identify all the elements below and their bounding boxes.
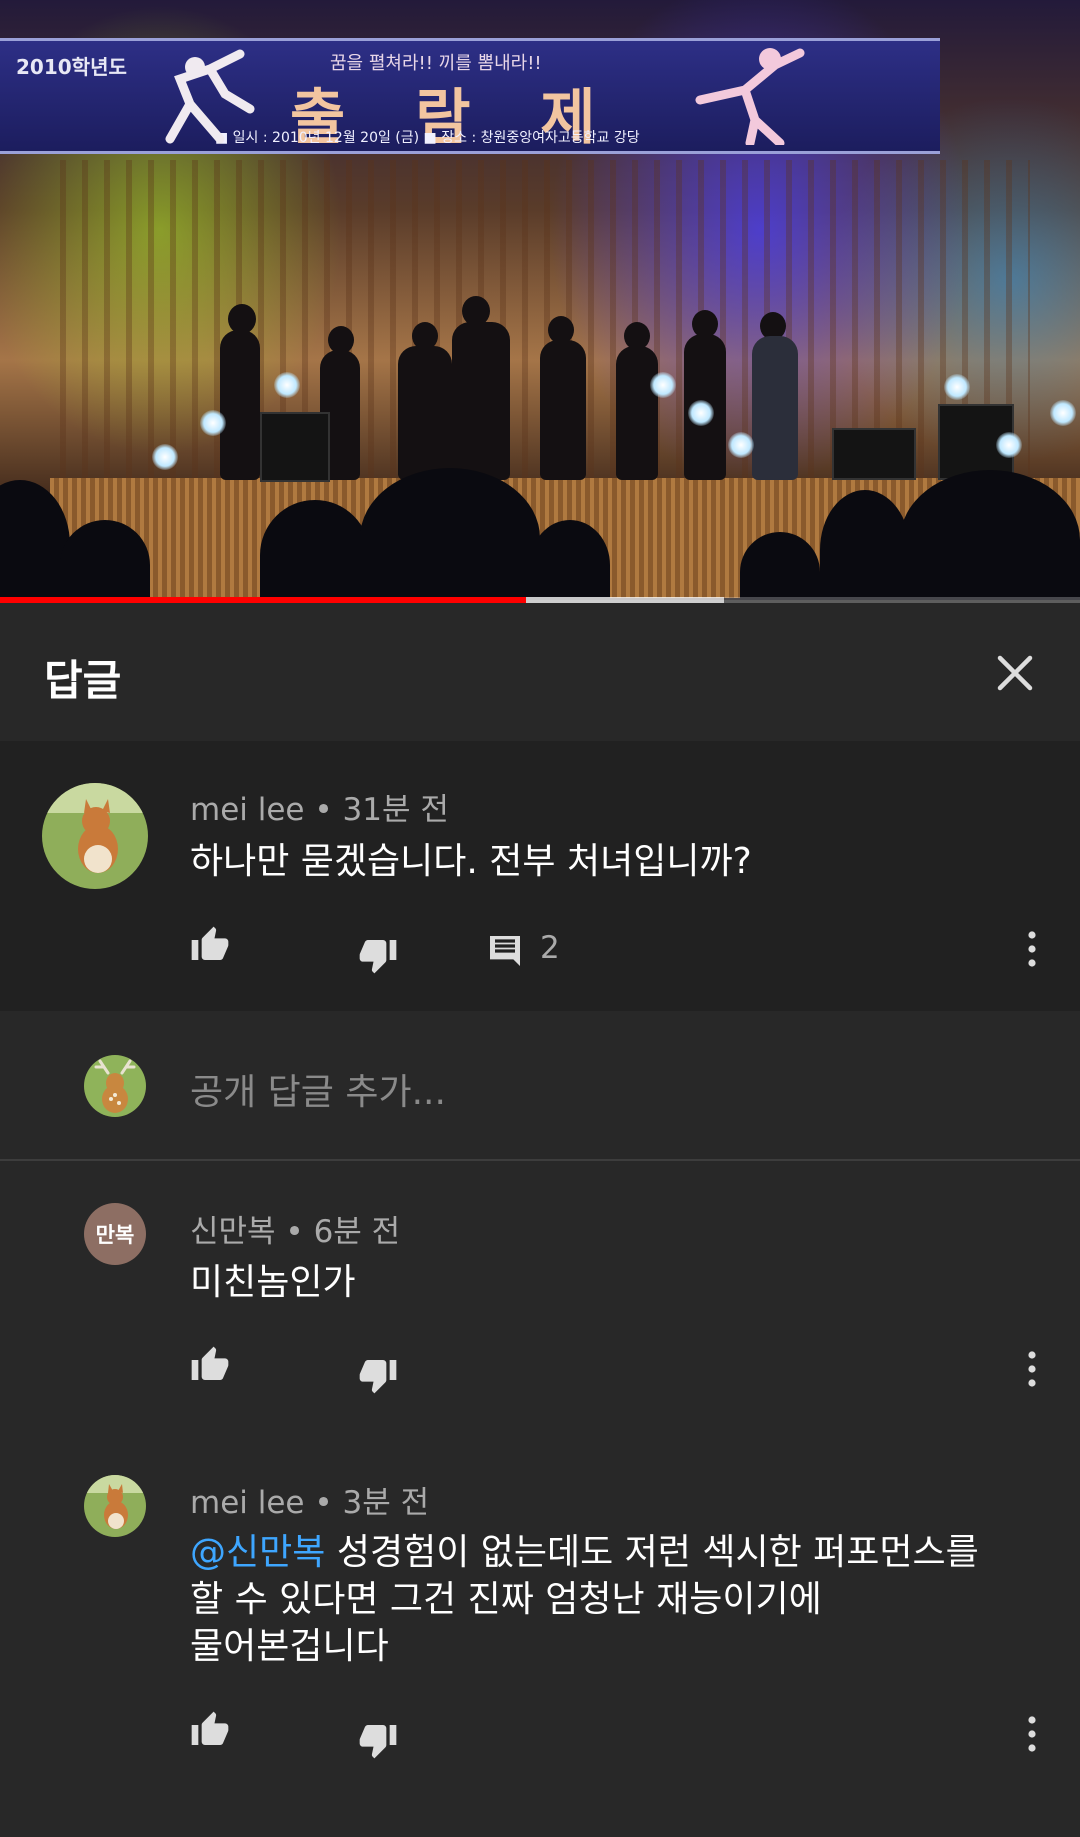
replies-header: 답글 [0, 603, 1080, 741]
audience-head [900, 470, 1080, 600]
dancer [540, 340, 586, 480]
meta-separator: • [285, 1214, 304, 1250]
stage-light [996, 432, 1022, 458]
reply-meta: mei lee • 3분 전 [190, 1477, 429, 1522]
avatar[interactable] [84, 1475, 146, 1537]
thumb-down-icon[interactable] [357, 1355, 399, 1395]
reply-text-line: @신만복 성경험이 없는데도 저런 섹시한 퍼포먼스를 [190, 1529, 1050, 1576]
stage-light [1050, 400, 1076, 426]
stage-speaker [832, 428, 916, 480]
more-vert-icon[interactable] [1020, 1349, 1044, 1389]
avatar[interactable]: 만복 [84, 1203, 146, 1265]
banner-year: 2010학년도 [16, 55, 127, 79]
more-vert-icon[interactable] [1020, 1714, 1044, 1754]
meta-separator: • [314, 1485, 333, 1521]
thumb-down-icon[interactable] [357, 1720, 399, 1760]
divider [0, 1159, 1080, 1161]
reply-time: 6분 전 [313, 1214, 401, 1250]
dancer [220, 330, 260, 480]
avatar-initials: 만복 [95, 1223, 135, 1247]
deer-avatar-image [84, 1055, 146, 1117]
my-avatar [84, 1055, 146, 1117]
thumb-up-icon[interactable] [189, 1345, 231, 1385]
stage-light [728, 432, 754, 458]
audience-head [820, 490, 910, 600]
dancer [452, 322, 510, 480]
stage-light [152, 444, 178, 470]
more-vert-icon[interactable] [1020, 929, 1044, 969]
author-name[interactable]: 신만복 [190, 1214, 276, 1250]
stage-light [200, 410, 226, 436]
author-name[interactable]: mei lee [190, 792, 305, 828]
audience-head [360, 468, 540, 600]
meta-separator: • [314, 792, 333, 828]
replies-title: 답글 [44, 656, 122, 705]
stage-light [688, 400, 714, 426]
dancer [752, 336, 798, 480]
audience-head [60, 520, 150, 600]
reply-meta: 신만복 • 6분 전 [190, 1206, 400, 1251]
corgi-avatar-image [84, 1475, 146, 1537]
reply-text: @신만복 성경험이 없는데도 저런 섹시한 퍼포먼스를 할 수 있다면 그건 진… [190, 1529, 1050, 1670]
reply-text-line: 할 수 있다면 그건 진짜 엄청난 재능이기에 [190, 1579, 822, 1620]
audience-head [260, 500, 370, 600]
reply-text-line: 물어본겁니다 [190, 1626, 389, 1667]
audience-head [530, 520, 610, 600]
comment-text: 하나만 묻겠습니다. 전부 처녀입니까? [190, 841, 752, 882]
reply-icon[interactable] [485, 931, 525, 971]
banner-dancer-right [695, 48, 805, 145]
stage-light [944, 374, 970, 400]
add-reply-input[interactable]: 공개 답글 추가... [190, 1063, 446, 1115]
stage-light [650, 372, 676, 398]
add-reply-row [0, 1011, 1080, 1161]
dancer [398, 346, 452, 480]
corgi-avatar-image [42, 783, 148, 889]
reply-count: 2 [540, 930, 560, 966]
banner-info: ■ 일시 : 2010년 12월 20일 (금) ■ 장소 : 창원중앙여자고등… [215, 130, 640, 146]
stage-banner: 2010학년도 꿈을 펼쳐라!! 끼를 뽐내라!! 출람제 ■ 일시 : 201… [0, 38, 940, 154]
stage-light [274, 372, 300, 398]
thumb-up-icon[interactable] [189, 925, 231, 965]
reply-text: 미친놈인가 [190, 1262, 356, 1303]
mention-link[interactable]: @신만복 [190, 1532, 325, 1573]
video-player[interactable]: 2010학년도 꿈을 펼쳐라!! 끼를 뽐내라!! 출람제 ■ 일시 : 201… [0, 0, 1080, 600]
comment-time: 31분 전 [342, 792, 449, 828]
author-name[interactable]: mei lee [190, 1485, 305, 1521]
reply-text-part: 성경험이 없는데도 저런 섹시한 퍼포먼스를 [336, 1532, 979, 1573]
comment-meta: mei lee • 31분 전 [190, 784, 449, 829]
avatar[interactable] [42, 783, 148, 889]
banner-dancer-left [165, 49, 255, 144]
dancer [616, 346, 658, 480]
close-icon[interactable] [990, 648, 1040, 698]
reply-time: 3분 전 [342, 1485, 430, 1521]
thumb-down-icon[interactable] [357, 935, 399, 975]
thumb-up-icon[interactable] [189, 1710, 231, 1750]
stage-speaker [260, 412, 330, 482]
